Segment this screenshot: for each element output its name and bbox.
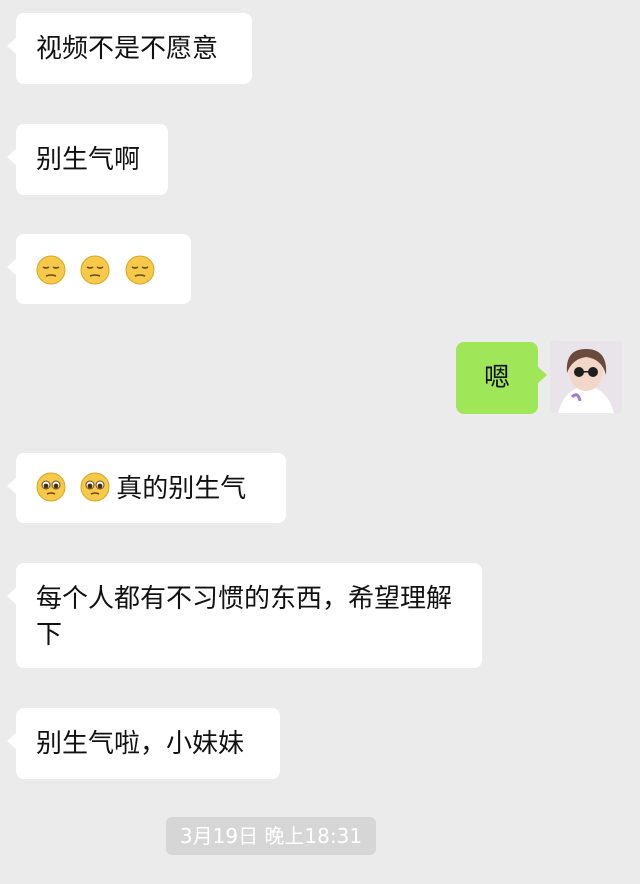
message-bubble-6[interactable]: 每个人都有不习惯的东西，希望理解下 <box>7 563 482 668</box>
pensive-face-emoji-icon <box>36 255 66 285</box>
user-avatar[interactable] <box>550 341 622 413</box>
message-text-4: 嗯 <box>483 363 510 393</box>
message-bubble-7[interactable]: 别生气啦，小妹妹 <box>7 708 280 779</box>
pensive-face-emoji-icon <box>80 255 110 285</box>
message-bubble-5[interactable]: 真的别生气 <box>7 453 286 523</box>
avatar-photo-icon <box>550 341 622 413</box>
message-bubble-3[interactable] <box>7 234 191 304</box>
message-text-2: 别生气啊 <box>36 145 141 175</box>
message-text-5: 真的别生气 <box>116 474 247 504</box>
message-bubble-1[interactable]: 视频不是不愿意 <box>7 13 252 84</box>
pleading-face-emoji-icon <box>80 472 110 502</box>
message-text-6: 每个人都有不习惯的东西，希望理解下 <box>36 584 453 650</box>
pensive-face-emoji-icon <box>125 255 155 285</box>
message-bubble-4[interactable]: 嗯 <box>456 342 547 414</box>
pleading-face-emoji-icon <box>36 472 66 502</box>
message-text-7: 别生气啦，小妹妹 <box>36 729 245 759</box>
chat-window: 视频不是不愿意 别生气啊 嗯 真的别生气 每个人都有不习惯的东西，希望理解下 别… <box>0 0 640 884</box>
message-text-1: 视频不是不愿意 <box>36 34 219 64</box>
message-bubble-2[interactable]: 别生气啊 <box>7 124 168 195</box>
timestamp-badge: 3月19日 晚上18:31 <box>166 817 376 855</box>
